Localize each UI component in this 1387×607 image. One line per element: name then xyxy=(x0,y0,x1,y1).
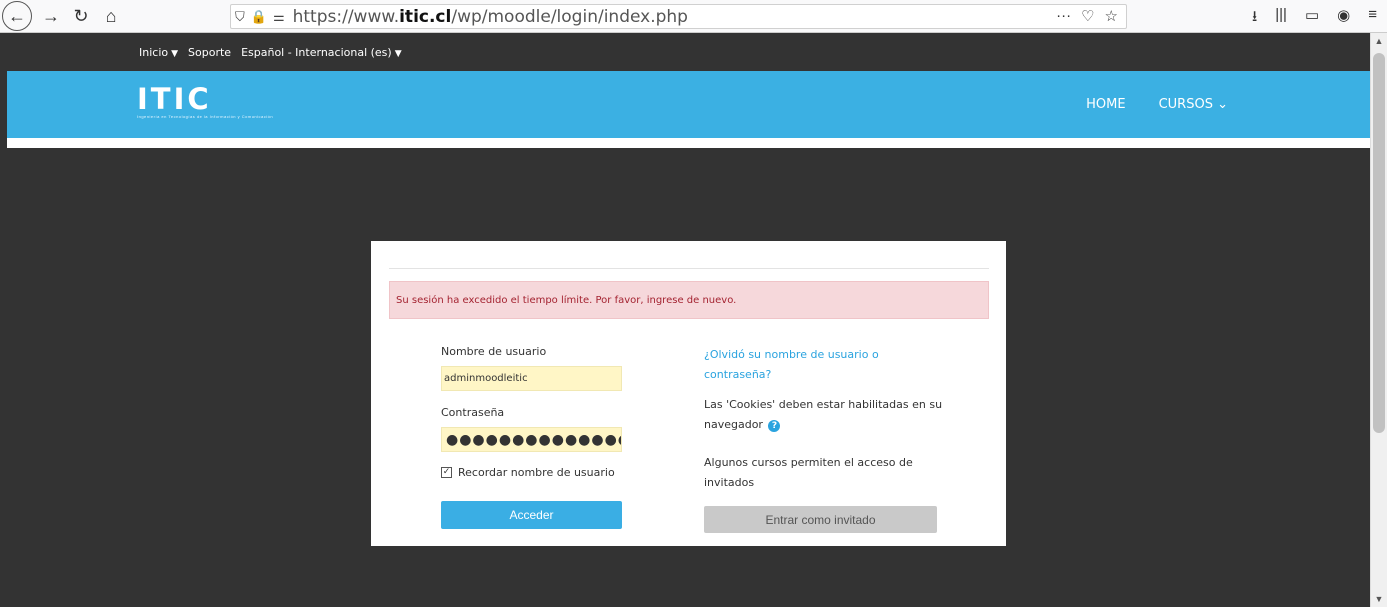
bookmark-star-icon[interactable]: ☆ xyxy=(1105,7,1118,25)
library-icon[interactable]: ||| xyxy=(1275,6,1287,31)
password-input[interactable]: ●●●●●●●●●●●●●● xyxy=(441,427,622,452)
caret-down-icon: ▼ xyxy=(394,48,402,59)
account-icon[interactable]: ◉ xyxy=(1337,6,1350,31)
home-icon[interactable]: ⌂ xyxy=(98,3,124,29)
remember-checkbox[interactable]: ✓ xyxy=(441,467,452,478)
sidebar-icon[interactable]: ▭ xyxy=(1305,6,1319,31)
pocket-icon[interactable]: ♡ xyxy=(1081,7,1094,25)
soporte-link[interactable]: Soporte xyxy=(188,46,231,59)
browser-toolbar: ← → ↻ ⌂ ⛉ 🔒 ⚌ https://www.itic.cl/wp/moo… xyxy=(0,0,1387,33)
download-icon[interactable]: ⭳ xyxy=(1252,6,1257,31)
shield-icon[interactable]: ⛉ xyxy=(235,9,245,25)
page: Inicio ▼ Soporte Español - Internacional … xyxy=(7,33,1370,607)
itic-logo[interactable]: ITIC Ingeniería en Tecnologías de la Inf… xyxy=(137,84,273,119)
scroll-down-icon[interactable]: ▼ xyxy=(1371,591,1387,607)
caret-down-icon: ▼ xyxy=(171,48,179,59)
chevron-down-icon: ⌄ xyxy=(1217,97,1228,112)
username-label: Nombre de usuario xyxy=(441,345,547,358)
language-menu[interactable]: Español - Internacional (es) ▼ xyxy=(241,46,402,59)
url-text[interactable]: https://www.itic.cl/wp/moodle/login/inde… xyxy=(293,7,688,27)
site-header: ITIC Ingeniería en Tecnologías de la Inf… xyxy=(7,71,1370,138)
more-icon[interactable]: ··· xyxy=(1056,7,1071,25)
back-icon[interactable]: ← xyxy=(2,1,32,31)
help-icon[interactable]: ? xyxy=(768,420,781,432)
guest-notice: Algunos cursos permiten el acceso de inv… xyxy=(704,456,913,489)
login-button[interactable]: Acceder xyxy=(441,501,622,529)
menu-icon[interactable]: ≡ xyxy=(1368,6,1377,31)
login-help: ¿Olvidó su nombre de usuario o contraseñ… xyxy=(704,345,944,533)
username-input[interactable]: adminmoodleitic xyxy=(441,366,622,391)
address-bar[interactable]: ⛉ 🔒 ⚌ https://www.itic.cl/wp/moodle/logi… xyxy=(230,4,1127,29)
reload-icon[interactable]: ↻ xyxy=(68,3,94,29)
nav-cursos[interactable]: CURSOS ⌄ xyxy=(1159,97,1228,112)
scroll-up-icon[interactable]: ▲ xyxy=(1371,33,1387,49)
main-navigation: HOME CURSOS ⌄ xyxy=(1086,97,1228,112)
forward-icon[interactable]: → xyxy=(38,3,64,29)
page-scrollbar[interactable]: ▲ ▼ xyxy=(1370,33,1387,607)
login-card: Su sesión ha excedido el tiempo límite. … xyxy=(371,241,1006,546)
cookies-notice: Las 'Cookies' deben estar habilitadas en… xyxy=(704,398,943,432)
forgot-credentials-link[interactable]: ¿Olvidó su nombre de usuario o contraseñ… xyxy=(704,345,944,385)
session-expired-alert: Su sesión ha excedido el tiempo límite. … xyxy=(389,281,989,319)
nav-home[interactable]: HOME xyxy=(1086,97,1125,112)
scroll-thumb[interactable] xyxy=(1373,53,1385,433)
password-label: Contraseña xyxy=(441,406,505,419)
header-divider xyxy=(7,138,1370,148)
permissions-icon[interactable]: ⚌ xyxy=(273,9,285,25)
card-divider xyxy=(389,268,989,269)
top-navigation: Inicio ▼ Soporte Español - Internacional … xyxy=(7,33,1370,71)
remember-username[interactable]: ✓ Recordar nombre de usuario xyxy=(441,466,624,479)
guest-login-button[interactable]: Entrar como invitado xyxy=(704,506,937,533)
lock-icon[interactable]: 🔒 xyxy=(251,9,267,25)
login-form: Nombre de usuario adminmoodleitic Contra… xyxy=(441,345,624,529)
inicio-menu[interactable]: Inicio ▼ xyxy=(139,46,178,59)
remember-label: Recordar nombre de usuario xyxy=(458,466,615,479)
